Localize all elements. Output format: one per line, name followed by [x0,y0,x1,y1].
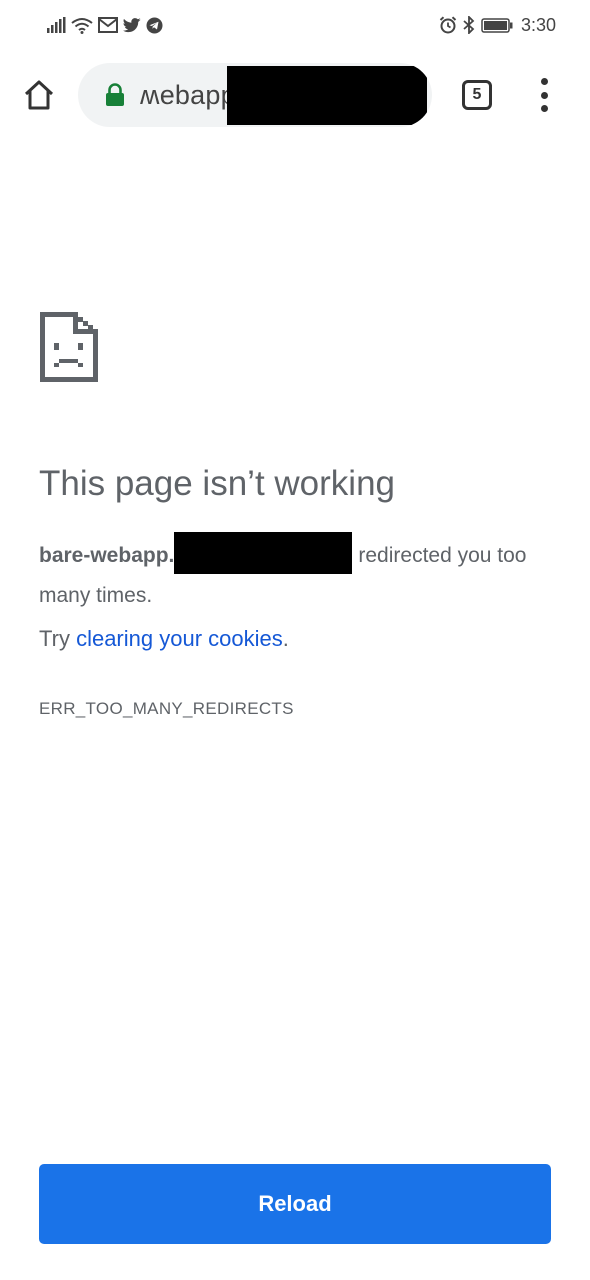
address-bar[interactable]: ʍebapp. [78,63,432,127]
home-button[interactable] [20,76,58,114]
menu-dot-icon [540,78,548,85]
reload-button[interactable]: Reload [39,1164,551,1244]
error-code: ERR_TOO_MANY_REDIRECTS [39,699,294,718]
clear-cookies-link[interactable]: clearing your cookies [76,626,283,651]
status-bar-right: 3:30 [439,13,556,37]
alarm-icon [439,16,457,34]
tab-switcher-button[interactable]: 5 [462,80,492,110]
redaction-box [174,532,353,574]
status-time: 3:30 [520,14,556,35]
menu-dot-icon [540,91,548,99]
signal-icon [47,17,66,33]
error-suggestion: Try clearing your cookies. [39,626,289,652]
status-bar-left [46,13,163,37]
wifi-icon [71,17,93,34]
error-description: bare-webapp. redirected you too many time… [39,532,559,616]
menu-button[interactable] [532,78,556,112]
suggestion-prefix: Try [39,626,70,651]
error-host: bare-webapp. [39,544,175,567]
sad-page-icon [40,312,98,382]
home-icon [24,80,54,110]
browser-toolbar: ʍebapp. 5 [0,56,590,134]
error-title: This page isn’t working [39,464,395,503]
telegram-icon [146,17,163,33]
battery-icon [481,17,513,33]
redaction-box [227,66,427,125]
lock-icon [106,83,124,106]
bluetooth-icon [463,16,475,34]
suggestion-suffix: . [282,626,289,651]
twitter-icon [123,18,141,33]
gmail-icon [98,17,118,33]
status-bar: 3:30 [0,0,590,50]
menu-dot-icon [540,105,548,112]
